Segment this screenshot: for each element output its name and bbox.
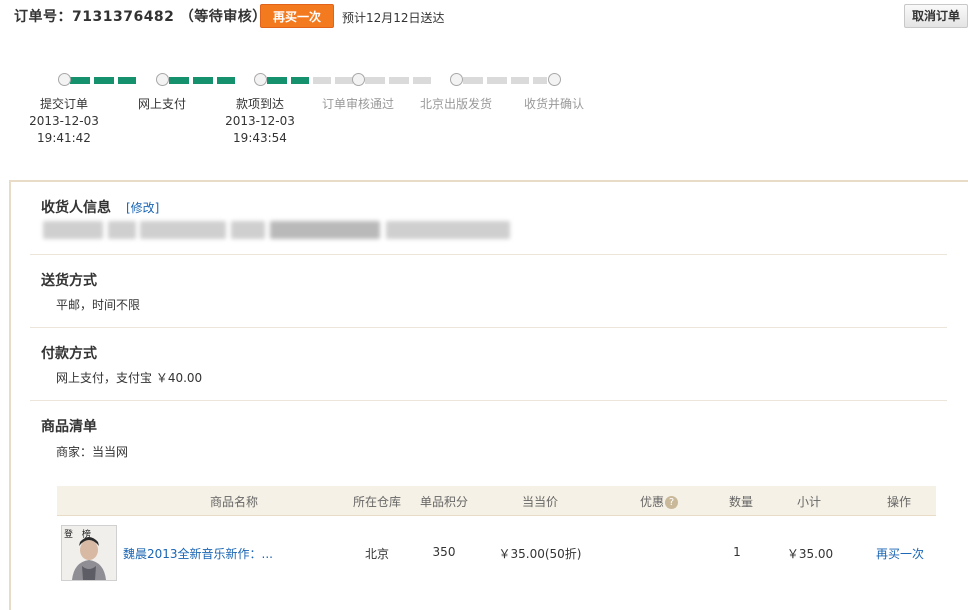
progress-segment [94,77,114,84]
progress-segment [511,77,529,84]
progress-node [450,73,463,86]
progress-segment [313,77,331,84]
progress-step-label: 北京出版发货 [419,97,492,111]
column-header-name: 商品名称 [209,495,258,509]
redacted-block [43,221,103,239]
progress-step-date: 2013-12-03 [225,114,295,128]
column-header-action: 操作 [886,495,911,509]
cell-price: ￥35.00(50折) [498,547,582,561]
column-header-price: 当当价 [521,495,558,509]
progress-node [156,73,169,86]
redacted-block [270,221,380,239]
progress-segment [118,77,136,84]
section-divider [30,400,947,401]
progress-segment [463,77,483,84]
column-header-discount: 优惠? [640,493,692,510]
estimated-delivery: 预计12月12日送达 [342,11,445,25]
redacted-block [386,221,510,239]
redacted-block [108,221,136,239]
discount-label: 优惠 [640,495,665,509]
delivery-method-text: 平邮，时间不限 [56,298,141,312]
row-rebuy-link[interactable]: 再买一次 [876,545,924,562]
cell-points: 350 [432,545,456,559]
progress-node [548,73,561,86]
order-title: 订单号：7131376482 （等待审核） [14,9,267,25]
goods-section-title: 商品清单 [41,419,97,435]
progress-segment [487,77,507,84]
progress-step-label: 提交订单 [39,97,88,111]
column-header-qty: 数量 [728,495,753,509]
progress-segment [413,77,431,84]
progress-segment [70,77,90,84]
product-name-link[interactable]: 魏晨2013全新音乐新作：... [123,545,273,562]
progress-segment [267,77,287,84]
payment-method-text: 网上支付，支付宝 ￥40.00 [56,371,203,385]
section-divider [30,327,947,328]
payment-section-title: 付款方式 [41,346,97,362]
cell-subtotal: ￥35.00 [786,547,834,561]
section-divider [30,254,947,255]
progress-step-label: 网上支付 [137,97,186,111]
column-header-subtotal: 小计 [796,495,821,509]
progress-node [254,73,267,86]
progress-segment [169,77,189,84]
redacted-block [231,221,265,239]
progress-segment [291,77,309,84]
progress-node [58,73,71,86]
progress-node [352,73,365,86]
progress-segment [217,77,235,84]
cell-qty: 1 [733,545,741,559]
progress-segment [365,77,385,84]
delivery-section-title: 送货方式 [41,273,97,289]
progress-segment [193,77,213,84]
progress-step-time: 19:43:54 [233,131,287,145]
progress-step-label: 收货并确认 [523,97,584,111]
product-thumbnail[interactable]: 登 榜 [61,525,117,581]
column-header-warehouse: 所在仓库 [352,495,401,509]
progress-segment [533,77,547,84]
cancel-order-button[interactable]: 取消订单 [904,4,968,28]
product-image-caption: 登 榜 [64,530,94,540]
cell-warehouse: 北京 [364,547,389,561]
progress-segment [389,77,409,84]
edit-receiver-link[interactable]: [修改] [126,199,159,216]
receiver-section-title: 收货人信息 [41,200,111,216]
progress-step-label: 订单审核通过 [321,97,394,111]
rebuy-button[interactable]: 再买一次 [260,4,334,28]
column-header-points: 单品积分 [419,495,468,509]
help-icon[interactable]: ? [665,496,679,509]
progress-segment [335,77,353,84]
seller-text: 商家：当当网 [56,445,129,459]
redacted-block [140,221,226,239]
progress-step-label: 款项到达 [235,97,284,111]
progress-step-time: 19:41:42 [37,131,91,145]
progress-step-date: 2013-12-03 [29,114,99,128]
